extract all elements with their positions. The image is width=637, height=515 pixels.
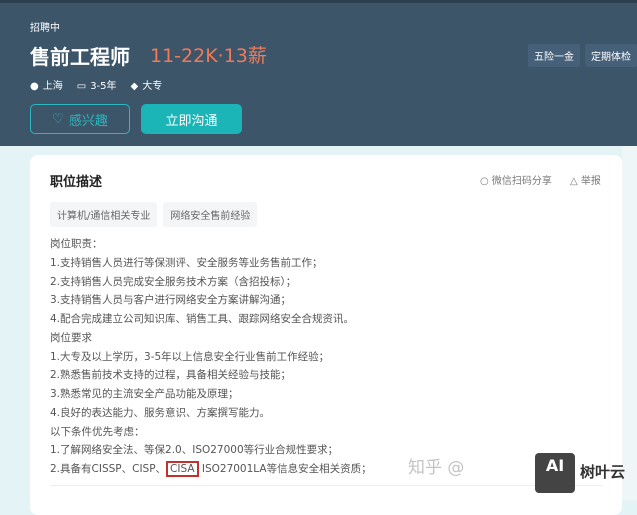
heart-icon: ♡ <box>52 111 64 127</box>
chat-bubble-icon: ○ <box>480 176 492 187</box>
location-text: 上海 <box>42 81 63 92</box>
desc-line: 以下条件优先考虑： <box>50 425 145 438</box>
wechat-share-link[interactable]: ○ 微信扫码分享 <box>480 172 552 187</box>
desc-line: 1.支持销售人员进行等保测评、安全服务等业务售前工作； <box>50 256 323 269</box>
skill-tags: 计算机/通信相关专业 网络安全售前经验 <box>50 202 258 227</box>
desc-line: 2.熟悉售前技术支持的过程，具备相关经验与技能； <box>50 369 292 382</box>
interest-button[interactable]: ♡ 感兴趣 <box>30 104 130 134</box>
share-label: 微信扫码分享 <box>491 176 552 187</box>
desc-text: 2.具备有CISSP、CISP、 <box>50 463 167 475</box>
job-title: 售前工程师 <box>30 45 130 69</box>
graduation-cap-icon: ◆ <box>130 81 139 92</box>
brand-name: 树叶云 <box>580 463 626 481</box>
desc-line: 4.配合完成建立公司知识库、销售工具、跟踪网络安全合规资讯。 <box>50 313 355 325</box>
desc-line: 2.支持销售人员完成安全服务技术方案（含招投标）； <box>50 275 297 288</box>
education: ◆ 大专 <box>131 77 163 92</box>
briefcase-icon: ▭ <box>76 81 87 92</box>
interest-label: 感兴趣 <box>68 113 108 129</box>
highlighted-cisa: CISA <box>166 461 199 477</box>
benefit-tag: 五险一金 <box>528 44 580 67</box>
skill-tag: 计算机/通信相关专业 <box>50 202 158 227</box>
education-text: 大专 <box>142 81 163 92</box>
skill-tag: 网络安全售前经验 <box>163 202 258 227</box>
benefit-tag: 定期体检 <box>585 44 637 67</box>
desc-line: 1.了解网络安全法、等保2.0、ISO27000等行业合规性要求； <box>50 444 339 457</box>
job-description-card: 职位描述 ○ 微信扫码分享 △ 举报 计算机/通信相关专业 网络安全售前经验 岗… <box>30 155 622 515</box>
desc-line: 3.支持销售人员与客户进行网络安全方案讲解沟通； <box>50 294 292 307</box>
description-text: 岗位职责： 1.支持销售人员进行等保测评、安全服务等业务售前工作； 2.支持销售… <box>50 235 372 479</box>
report-link[interactable]: △ 举报 <box>570 172 601 187</box>
desc-line: 3.熟悉常见的主流安全产品功能及原理； <box>50 388 239 400</box>
job-header: 招聘中 售前工程师 11-22K·13薪 ● 上海 ▭ 3-5年 ◆ 大专 五险一金 … <box>0 0 637 146</box>
job-meta: ● 上海 ▭ 3-5年 ◆ 大专 <box>30 77 162 92</box>
salary: 11-22K·13薪 <box>150 45 267 67</box>
warning-icon: △ <box>570 176 581 187</box>
location: ● 上海 <box>30 77 63 92</box>
experience: ▭ 3-5年 <box>77 77 117 92</box>
location-pin-icon: ● <box>30 81 39 92</box>
report-label: 举报 <box>580 176 601 187</box>
desc-line: 2.具备有CISSP、CISP、 CISA ISO27001LA等信息安全相关资质… <box>50 460 372 479</box>
brand-logo: AI <box>535 453 575 493</box>
desc-line: 4.良好的表达能力、服务意识、方案撰写能力。 <box>50 406 271 419</box>
desc-line: 岗位职责： <box>50 238 103 250</box>
status-label: 招聘中 <box>30 23 60 34</box>
right-strip <box>622 146 637 500</box>
benefits: 五险一金 定期体检 <box>528 44 637 67</box>
divider <box>50 485 602 486</box>
section-title: 职位描述 <box>50 175 103 190</box>
watermark-text: 知乎 @ <box>408 458 465 478</box>
chat-now-button[interactable]: 立即沟通 <box>141 104 242 134</box>
desc-line: 岗位要求 <box>50 331 92 344</box>
desc-line: 1.大专及以上学历，3-5年以上信息安全行业售前工作经验； <box>50 350 330 363</box>
experience-text: 3-5年 <box>90 81 117 92</box>
desc-text: ISO27001LA等信息安全相关资质； <box>198 463 372 475</box>
